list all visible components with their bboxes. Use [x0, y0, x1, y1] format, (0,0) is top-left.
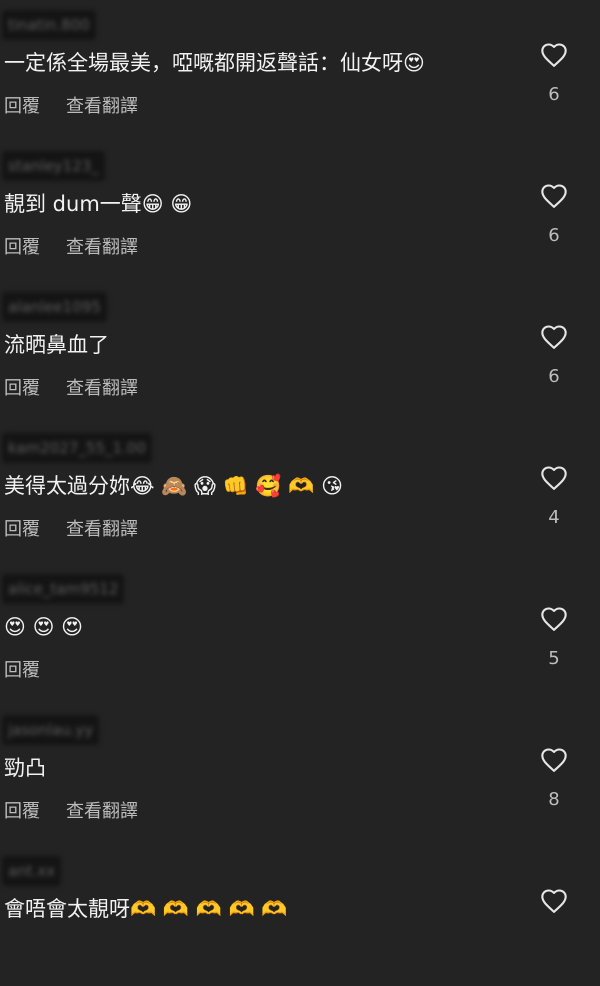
comment-actions: 回覆 查看翻譯: [4, 233, 138, 259]
comment-actions: 回覆 查看翻譯: [4, 92, 138, 118]
view-translation-button[interactable]: 查看翻譯: [66, 374, 138, 400]
reply-button[interactable]: 回覆: [4, 233, 40, 259]
heart-outline-icon[interactable]: [540, 465, 568, 491]
comment-item: kam2027_55_1.00 美得太過分妳😂 🙈 😱 👊 🥰 🫶 😘 回覆 查看…: [0, 423, 600, 563]
username-redacted[interactable]: alice_tam9512: [2, 574, 125, 604]
like-count: 6: [548, 225, 560, 246]
reply-button[interactable]: 回覆: [4, 374, 40, 400]
comment-text: 一定係全場最美，啞嘅都開返聲話：仙女呀😍: [4, 51, 425, 75]
comment-item: ant.xx 會唔會太靚呀🫶 🫶 🫶 🫶 🫶: [0, 846, 600, 986]
username-redacted[interactable]: jasonlau.yy: [2, 715, 100, 745]
reply-button[interactable]: 回覆: [4, 797, 40, 823]
comment-actions: 回覆: [4, 656, 66, 682]
comment-item: stanley123_ 靚到 dum一聲😁 😁 回覆 查看翻譯 6: [0, 141, 600, 281]
heart-outline-icon[interactable]: [540, 606, 568, 632]
username-redacted[interactable]: kam2027_55_1.00: [2, 433, 152, 463]
heart-outline-icon[interactable]: [540, 324, 568, 350]
reply-button[interactable]: 回覆: [4, 656, 40, 682]
comment-text: 流晒鼻血了: [4, 333, 109, 357]
like-count: 8: [548, 789, 560, 810]
view-translation-button[interactable]: 查看翻譯: [66, 233, 138, 259]
like-count: 6: [548, 366, 560, 387]
like-control[interactable]: 6: [536, 324, 572, 387]
comment-text: 會唔會太靚呀🫶 🫶 🫶 🫶 🫶: [4, 897, 288, 921]
view-translation-button[interactable]: 查看翻譯: [66, 92, 138, 118]
comment-item: alanlee1095 流晒鼻血了 回覆 查看翻譯 6: [0, 282, 600, 422]
reply-button[interactable]: 回覆: [4, 92, 40, 118]
view-translation-button[interactable]: 查看翻譯: [66, 515, 138, 541]
heart-outline-icon[interactable]: [540, 183, 568, 209]
comment-text: 靚到 dum一聲😁 😁: [4, 192, 193, 216]
view-translation-button[interactable]: 查看翻譯: [66, 797, 138, 823]
username-redacted[interactable]: stanley123_: [2, 151, 105, 181]
like-control[interactable]: 8: [536, 747, 572, 810]
heart-outline-icon[interactable]: [540, 888, 568, 914]
comment-text: 美得太過分妳😂 🙈 😱 👊 🥰 🫶 😘: [4, 474, 343, 498]
comment-actions: 回覆 查看翻譯: [4, 374, 138, 400]
like-control[interactable]: 6: [536, 42, 572, 105]
like-control[interactable]: 5: [536, 606, 572, 669]
username-redacted[interactable]: ant.xx: [2, 856, 62, 886]
comment-item: alice_tam9512 😍 😍 😍 回覆 5: [0, 564, 600, 704]
username-redacted[interactable]: tinatin.800: [2, 10, 96, 40]
like-control[interactable]: 6: [536, 183, 572, 246]
like-count: 4: [548, 507, 560, 528]
username-redacted[interactable]: alanlee1095: [2, 292, 107, 322]
comment-item: jasonlau.yy 勁凸 回覆 查看翻譯 8: [0, 705, 600, 845]
like-control[interactable]: 4: [536, 465, 572, 528]
comment-actions: 回覆 查看翻譯: [4, 515, 138, 541]
reply-button[interactable]: 回覆: [4, 515, 40, 541]
comment-item: tinatin.800 一定係全場最美，啞嘅都開返聲話：仙女呀😍 回覆 查看翻譯 …: [0, 0, 600, 140]
comment-text: 勁凸: [4, 756, 46, 780]
like-control[interactable]: [536, 888, 572, 930]
heart-outline-icon[interactable]: [540, 42, 568, 68]
heart-outline-icon[interactable]: [540, 747, 568, 773]
comment-actions: [4, 938, 30, 959]
comment-text: 😍 😍 😍: [4, 615, 84, 639]
like-count: 6: [548, 84, 560, 105]
like-count: 5: [548, 648, 560, 669]
comment-actions: 回覆 查看翻譯: [4, 797, 138, 823]
